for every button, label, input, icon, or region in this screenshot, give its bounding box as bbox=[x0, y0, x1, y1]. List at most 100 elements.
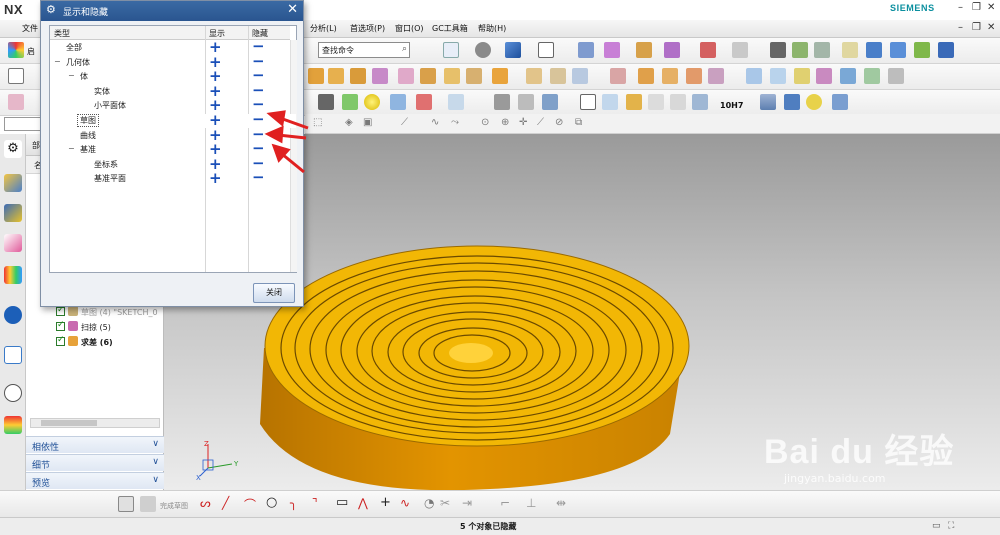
table-icon[interactable] bbox=[602, 94, 618, 110]
background-icon[interactable] bbox=[538, 42, 554, 58]
doc-close-icon[interactable]: ✕ bbox=[987, 22, 995, 33]
layer-b-icon[interactable] bbox=[814, 42, 830, 58]
minimize-icon[interactable]: – bbox=[958, 2, 963, 13]
extrude-icon[interactable] bbox=[308, 68, 324, 84]
offset-curve-icon[interactable]: ◔ bbox=[424, 496, 434, 510]
status-window-icon[interactable]: ▭ bbox=[932, 521, 941, 531]
render-style-icon[interactable] bbox=[475, 42, 491, 58]
trim-body-icon[interactable] bbox=[492, 68, 508, 84]
measure-length-icon[interactable] bbox=[732, 42, 748, 58]
hole-icon[interactable] bbox=[350, 68, 366, 84]
constraint-icon[interactable]: ⊥ bbox=[526, 496, 536, 510]
search-icon[interactable]: ⌕ bbox=[402, 44, 407, 54]
fillet-icon[interactable]: ╮ bbox=[290, 496, 297, 510]
collapse-icon[interactable]: − bbox=[68, 71, 75, 80]
hd3d-tools-icon[interactable] bbox=[4, 306, 22, 324]
mirror-icon[interactable] bbox=[638, 68, 654, 84]
extend-icon[interactable]: ⇥ bbox=[462, 496, 472, 510]
sweep-icon[interactable] bbox=[550, 68, 566, 84]
move-object-icon[interactable] bbox=[770, 42, 786, 58]
finish-sketch-icon[interactable] bbox=[140, 496, 156, 512]
offset-face-icon[interactable] bbox=[526, 68, 542, 84]
visibility-checkbox[interactable] bbox=[56, 305, 65, 316]
corner-icon[interactable]: ⌐ bbox=[500, 496, 510, 510]
move-face-icon[interactable] bbox=[662, 68, 678, 84]
spline-icon[interactable]: ∿ bbox=[400, 496, 410, 510]
show-plus-icon[interactable]: + bbox=[209, 169, 222, 187]
start-label[interactable]: 启 bbox=[27, 46, 35, 57]
grid-icon[interactable] bbox=[648, 94, 664, 110]
navigator-hscroll[interactable] bbox=[30, 418, 160, 428]
feature-row-sweep[interactable]: 扫掠 (5) bbox=[56, 320, 111, 335]
polyline-icon[interactable]: ⋀ bbox=[358, 496, 368, 510]
dialog-title-bar[interactable]: ⚙ 显示和隐藏 ✕ bbox=[41, 1, 303, 21]
profile-icon[interactable]: ᔕ bbox=[200, 496, 211, 510]
layer-a-icon[interactable] bbox=[792, 42, 808, 58]
assembly-a-icon[interactable] bbox=[866, 42, 882, 58]
menu-help[interactable]: 帮助(H) bbox=[478, 23, 506, 34]
edit-section-icon[interactable] bbox=[604, 42, 620, 58]
balloon-icon[interactable] bbox=[692, 94, 708, 110]
visibility-checkbox[interactable] bbox=[56, 320, 65, 331]
measure-distance-icon[interactable] bbox=[700, 42, 716, 58]
sketch-icon[interactable] bbox=[8, 68, 24, 84]
doc-restore-icon[interactable]: ❐ bbox=[972, 22, 981, 33]
menu-preferences[interactable]: 首选项(P) bbox=[350, 23, 385, 34]
surface-e-icon[interactable] bbox=[840, 68, 856, 84]
shaded-view-icon[interactable] bbox=[505, 42, 521, 58]
blend-icon[interactable] bbox=[398, 68, 414, 84]
snap-quadrant-icon[interactable]: ⊕ bbox=[501, 117, 509, 128]
close-window-icon[interactable]: ✕ bbox=[987, 2, 995, 13]
menu-analysis[interactable]: 分析(L) bbox=[310, 23, 337, 34]
assembly-navigator-icon[interactable] bbox=[4, 174, 22, 192]
pattern-icon[interactable] bbox=[610, 68, 626, 84]
visibility-checkbox[interactable] bbox=[56, 335, 65, 346]
select-solid-icon[interactable]: ▣ bbox=[363, 117, 372, 128]
symbol-icon[interactable] bbox=[626, 94, 642, 110]
dialog-gear-icon[interactable]: ⚙ bbox=[46, 3, 56, 16]
settings-gear-icon[interactable]: ⚙ bbox=[4, 140, 22, 158]
dimension-icon[interactable]: ⇹ bbox=[556, 496, 566, 510]
arc-icon[interactable]: ⌒ bbox=[244, 496, 256, 513]
surface-d-icon[interactable] bbox=[816, 68, 832, 84]
menu-gc-toolbox[interactable]: GC工具箱 bbox=[432, 23, 468, 34]
circle-icon[interactable]: ○ bbox=[266, 495, 277, 510]
close-button[interactable]: 关闭 bbox=[253, 283, 295, 303]
menu-file[interactable]: 文件 bbox=[22, 23, 38, 34]
replace-face-icon[interactable] bbox=[708, 68, 724, 84]
accordion-dependencies[interactable]: 相依性 ∨ bbox=[26, 436, 164, 453]
point-icon[interactable]: + bbox=[380, 495, 391, 510]
datum-axis-icon[interactable] bbox=[416, 94, 432, 110]
bolt-icon[interactable] bbox=[784, 94, 800, 110]
snap-center-icon[interactable]: ⊙ bbox=[481, 117, 489, 128]
hide-minus-icon[interactable]: − bbox=[252, 168, 265, 186]
eraser-icon[interactable] bbox=[8, 94, 24, 110]
curve-tool-icon[interactable] bbox=[318, 94, 334, 110]
drafting-a-icon[interactable] bbox=[494, 94, 510, 110]
collapse-icon[interactable]: − bbox=[54, 57, 61, 66]
snap-line-icon[interactable]: ⟋ bbox=[401, 117, 408, 128]
chamfer-icon[interactable] bbox=[420, 68, 436, 84]
scroll-thumb[interactable] bbox=[41, 420, 97, 426]
snap-point-icon[interactable]: ✛ bbox=[519, 117, 527, 128]
assembly-b-icon[interactable] bbox=[890, 42, 906, 58]
drafting-c-icon[interactable] bbox=[542, 94, 558, 110]
feature-row-subtract[interactable]: 求差 (6) bbox=[56, 335, 113, 350]
drafting-b-icon[interactable] bbox=[518, 94, 534, 110]
draft-icon[interactable] bbox=[466, 68, 482, 84]
chamfer-sketch-icon[interactable]: ⌝ bbox=[312, 496, 318, 510]
dialog-close-icon[interactable]: ✕ bbox=[287, 2, 298, 17]
select-body-icon[interactable]: ◈ bbox=[345, 117, 353, 128]
menu-window[interactable]: 窗口(O) bbox=[395, 23, 424, 34]
nut-icon[interactable] bbox=[806, 94, 822, 110]
restore-icon[interactable]: ❐ bbox=[972, 2, 981, 13]
gear-spec-label[interactable]: 10H7 bbox=[720, 101, 743, 110]
trim-icon[interactable]: ✂ bbox=[440, 496, 450, 510]
assembly-c-icon[interactable] bbox=[914, 42, 930, 58]
line-icon[interactable]: ╱ bbox=[222, 496, 229, 510]
snap-existing-icon[interactable]: ⧉ bbox=[575, 117, 582, 128]
rectangle-icon[interactable]: ▭ bbox=[336, 495, 348, 510]
surface-f-icon[interactable] bbox=[864, 68, 880, 84]
feature-row-sketch[interactable]: 草图 (4) "SKETCH_0 bbox=[56, 305, 158, 320]
history-icon[interactable] bbox=[4, 384, 22, 402]
